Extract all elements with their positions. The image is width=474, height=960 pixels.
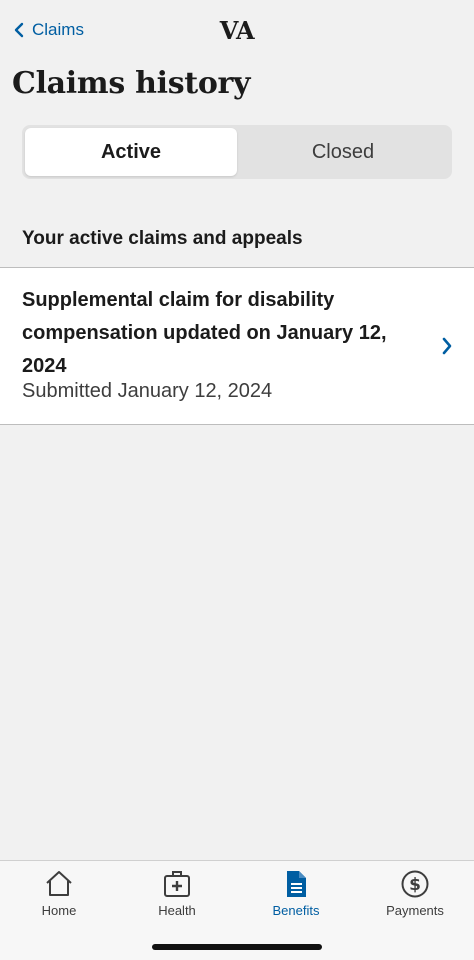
claims-segmented-control: Active Closed: [22, 125, 452, 179]
section-heading: Your active claims and appeals: [22, 228, 303, 249]
top-navigation-bar: Claims VA: [0, 0, 474, 66]
claim-submitted-date: Submitted January 12, 2024: [22, 380, 273, 402]
page-title: Claims history: [12, 66, 251, 101]
tab-payments[interactable]: $ Payments: [356, 869, 474, 929]
tab-payments-label: Payments: [386, 903, 444, 918]
tab-benefits-label: Benefits: [272, 903, 320, 918]
chevron-right-icon: [442, 337, 452, 355]
tab-health-label: Health: [158, 903, 196, 918]
tab-health[interactable]: Health: [118, 869, 236, 929]
tab-benefits[interactable]: Benefits: [237, 869, 355, 929]
medical-kit-icon: [164, 871, 190, 897]
segment-closed[interactable]: Closed: [237, 128, 449, 176]
claims-history-screen: Claims VA Claims history Active Closed Y…: [0, 0, 474, 960]
home-icon: [46, 871, 72, 896]
svg-text:$: $: [409, 875, 421, 895]
tab-home-label: Home: [41, 903, 77, 918]
segment-active[interactable]: Active: [25, 128, 237, 176]
va-logo: VA: [219, 16, 255, 45]
home-indicator: [152, 944, 322, 950]
dollar-circle-icon: $: [401, 870, 429, 898]
document-icon: [287, 871, 306, 897]
tab-home[interactable]: Home: [0, 869, 118, 929]
claim-list-item[interactable]: Supplemental claim for disability compen…: [0, 267, 474, 425]
claim-title: Supplemental claim for disability compen…: [22, 289, 387, 377]
